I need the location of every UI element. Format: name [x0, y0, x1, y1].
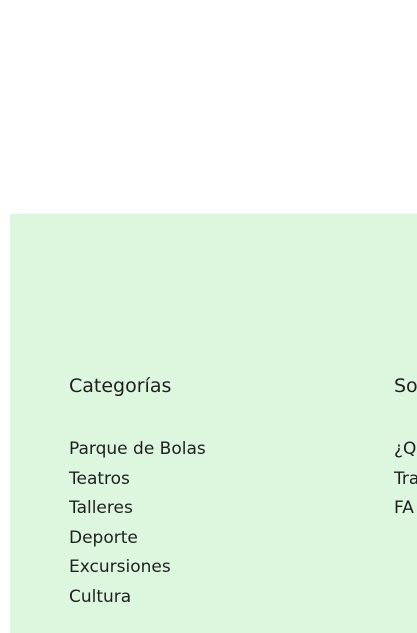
about-link-1[interactable]: ¿Q	[394, 435, 417, 465]
about-list: ¿Q Tra FA	[394, 435, 417, 524]
about-link-3[interactable]: FA	[394, 494, 417, 524]
categories-list: Parque de Bolas Teatros Talleres Deporte…	[69, 435, 206, 612]
category-link-deporte[interactable]: Deporte	[69, 524, 206, 554]
category-link-cultura[interactable]: Cultura	[69, 583, 206, 613]
category-link-talleres[interactable]: Talleres	[69, 494, 206, 524]
categories-column: Categorías Parque de Bolas Teatros Talle…	[69, 375, 206, 612]
about-title: So	[394, 375, 417, 397]
about-link-2[interactable]: Tra	[394, 465, 417, 495]
category-link-excursiones[interactable]: Excursiones	[69, 553, 206, 583]
category-link-parque-de-bolas[interactable]: Parque de Bolas	[69, 435, 206, 465]
categories-title: Categorías	[69, 375, 172, 397]
category-link-teatros[interactable]: Teatros	[69, 465, 206, 495]
about-column: So ¿Q Tra FA	[394, 375, 417, 524]
footer-panel: Categorías Parque de Bolas Teatros Talle…	[10, 214, 417, 633]
